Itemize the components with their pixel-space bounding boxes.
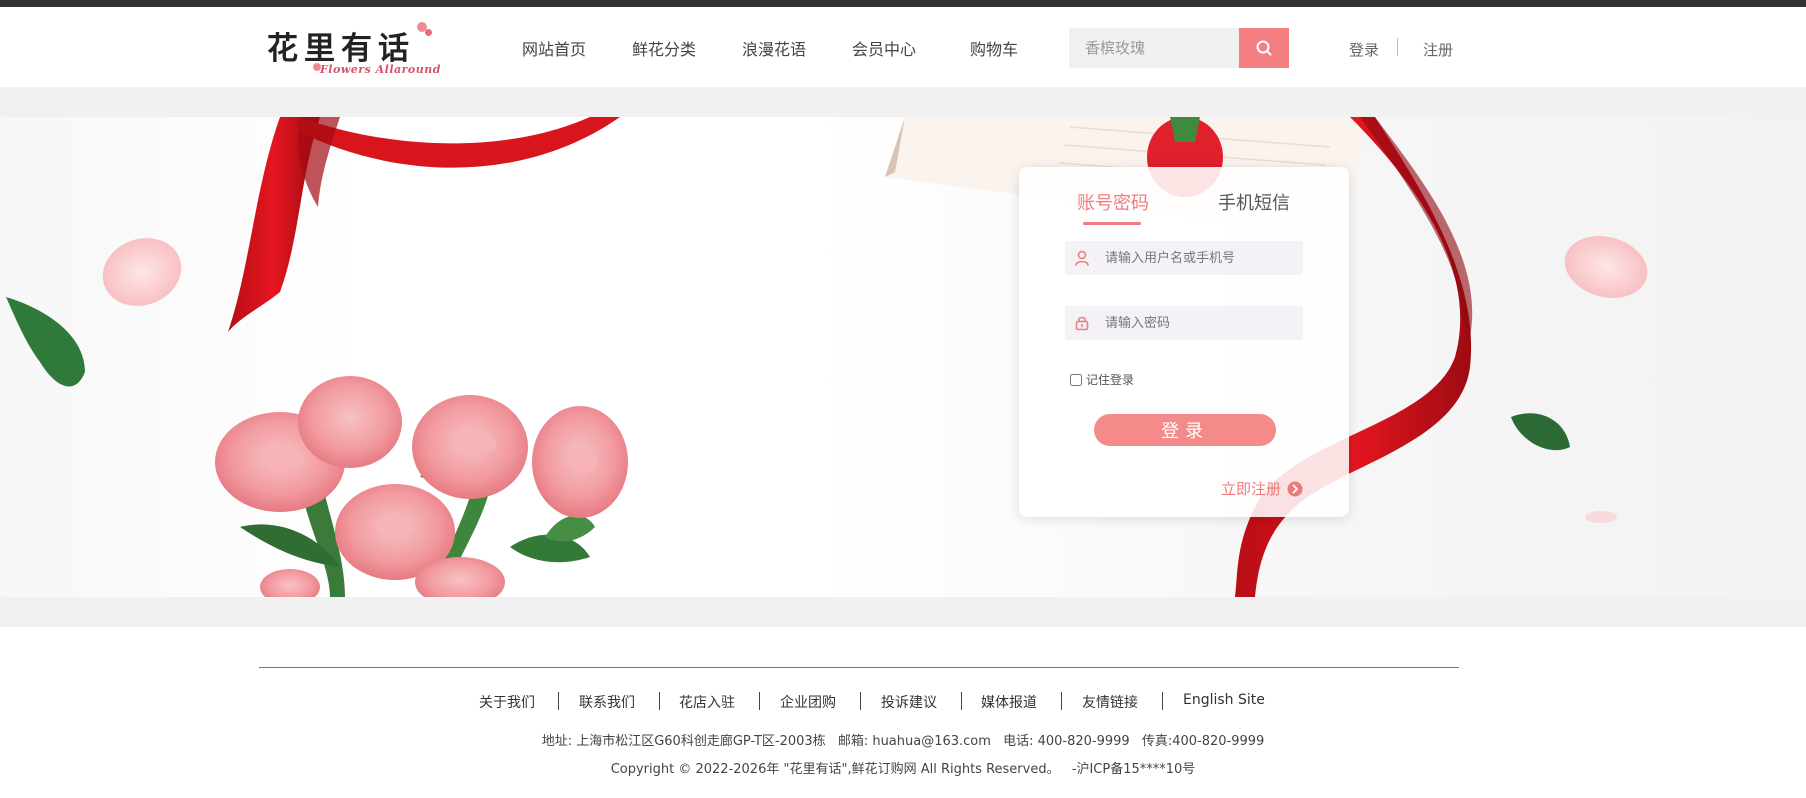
active-tab-indicator <box>1083 222 1141 225</box>
footer-link-separator <box>558 692 559 710</box>
remember-label: 记住登录 <box>1086 373 1135 387</box>
nav-item-member-center[interactable]: 会员中心 <box>852 36 916 60</box>
footer-link-group-buy[interactable]: 企业团购 <box>780 692 836 712</box>
site-header: 花里有话 Flowers Allaround 网站首页 鲜花分类 浪漫花语 会员… <box>0 7 1806 87</box>
register-now-link[interactable]: 立即注册 <box>1221 478 1303 499</box>
login-submit-button[interactable]: 登录 <box>1094 414 1276 446</box>
chevron-right-circle-icon <box>1287 481 1303 496</box>
logo-text: 花里有话 <box>267 31 415 67</box>
footer-link-media[interactable]: 媒体报道 <box>981 692 1037 712</box>
footer-links: 关于我们 联系我们 花店入驻 企业团购 投诉建议 媒体报道 友情链接 Engli… <box>0 692 1806 714</box>
username-field <box>1065 241 1303 275</box>
lock-icon <box>1075 316 1089 331</box>
username-input[interactable] <box>1105 241 1295 275</box>
user-icon <box>1075 250 1089 266</box>
search-input[interactable] <box>1069 28 1255 68</box>
footer-link-florist-join[interactable]: 花店入驻 <box>679 692 735 712</box>
footer-link-separator <box>860 692 861 710</box>
login-card: 账号密码 手机短信 记住登录 登录 立即注册 <box>1019 167 1349 517</box>
search-button[interactable] <box>1239 28 1289 68</box>
banner-illustration <box>6 117 1648 597</box>
header-register-link[interactable]: 注册 <box>1423 39 1453 60</box>
footer-link-separator <box>961 692 962 710</box>
footer-link-friend-links[interactable]: 友情链接 <box>1082 692 1138 712</box>
nav-item-cart[interactable]: 购物车 <box>970 36 1018 60</box>
search-icon <box>1256 40 1272 56</box>
remember-checkbox[interactable] <box>1070 373 1082 386</box>
logo-flower-decoration <box>425 29 432 36</box>
footer-link-contact[interactable]: 联系我们 <box>579 692 635 712</box>
footer-address: 地址: 上海市松江区G60科创走廊GP-T区-2003栋 <box>541 734 826 749</box>
password-input[interactable] <box>1105 306 1295 340</box>
footer-link-about[interactable]: 关于我们 <box>479 692 535 712</box>
footer-link-feedback[interactable]: 投诉建议 <box>881 692 937 712</box>
top-dark-bar <box>0 0 1806 7</box>
icp-number[interactable]: -沪ICP备15****10号 <box>1072 762 1196 777</box>
footer-contact-info: 地址: 上海市松江区G60科创走廊GP-T区-2003栋 邮箱: huahua@… <box>0 730 1806 749</box>
auth-divider <box>1397 38 1398 56</box>
register-now-label: 立即注册 <box>1221 480 1282 498</box>
footer-fax: 传真:400-820-9999 <box>1141 734 1265 749</box>
copyright-text: Copyright © 2022-2026年 "花里有话",鲜花订购网 All … <box>610 762 1060 777</box>
header-login-link[interactable]: 登录 <box>1349 39 1379 60</box>
nav-item-categories[interactable]: 鲜花分类 <box>632 36 696 60</box>
tab-account-password[interactable]: 账号密码 <box>1077 189 1149 215</box>
site-logo[interactable]: 花里有话 Flowers Allaround <box>265 19 440 81</box>
footer-email: 邮箱: huahua@163.com <box>837 734 991 749</box>
footer-phone: 电话: 400-820-9999 <box>1003 734 1130 749</box>
password-field <box>1065 306 1303 340</box>
footer-link-separator <box>659 692 660 710</box>
footer-link-english[interactable]: English Site <box>1183 692 1265 708</box>
footer-copyright: Copyright © 2022-2026年 "花里有话",鲜花订购网 All … <box>0 758 1806 777</box>
remember-login[interactable]: 记住登录 <box>1070 371 1134 388</box>
hero-banner-image <box>0 117 1806 597</box>
nav-item-home[interactable]: 网站首页 <box>522 36 586 60</box>
footer-link-separator <box>759 692 760 710</box>
footer-link-separator <box>1162 692 1163 710</box>
logo-subtext: Flowers Allaround <box>320 63 441 76</box>
footer-link-separator <box>1061 692 1062 710</box>
footer-divider <box>259 667 1459 668</box>
nav-item-flower-language[interactable]: 浪漫花语 <box>742 36 806 60</box>
tab-sms[interactable]: 手机短信 <box>1218 189 1290 215</box>
